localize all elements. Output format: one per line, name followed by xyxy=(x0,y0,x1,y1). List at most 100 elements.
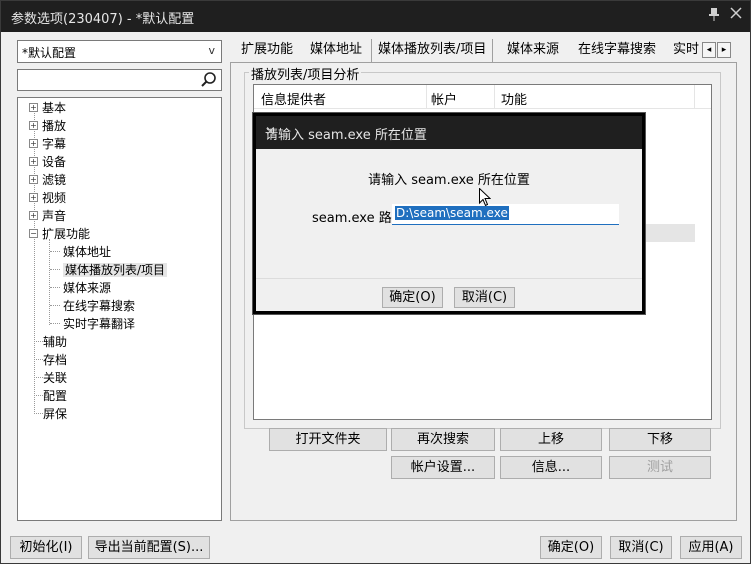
expand-icon[interactable]: + xyxy=(29,211,38,220)
pin-icon[interactable] xyxy=(705,7,723,25)
tree-item[interactable]: 媒体地址 xyxy=(50,243,111,261)
search-icon[interactable] xyxy=(200,71,218,89)
tab-scroll-right-button[interactable]: ▸ xyxy=(717,42,731,58)
tree-item-label: 配置 xyxy=(43,389,68,403)
close-icon[interactable]: × xyxy=(265,124,633,139)
tree-guide-line xyxy=(34,377,43,378)
column-separator[interactable] xyxy=(694,85,695,109)
tree-item[interactable]: + 声音 xyxy=(29,207,66,225)
group-label: 播放列表/项目分析 xyxy=(249,64,362,83)
path-input-value: D:\seam\seam.exe xyxy=(395,206,509,220)
tree-item-label: 字幕 xyxy=(42,137,67,151)
column-separator[interactable] xyxy=(494,85,495,109)
tree-item-label: 基本 xyxy=(42,101,67,115)
tree-item[interactable]: + 设备 xyxy=(29,153,66,171)
tree-item[interactable]: 辅助 xyxy=(29,333,67,351)
test-button: 测试 xyxy=(609,456,711,479)
search-again-button[interactable]: 再次搜索 xyxy=(391,428,495,451)
title-bar[interactable]: 参数选项(230407) - *默认配置 xyxy=(1,1,750,32)
tree-guide-line xyxy=(50,251,60,252)
tree-item[interactable]: 屏保 xyxy=(29,405,67,423)
tree-item[interactable]: 配置 xyxy=(29,387,67,405)
tree-item[interactable]: + 播放 xyxy=(29,117,66,135)
path-input[interactable]: D:\seam\seam.exe xyxy=(392,204,619,225)
expand-icon[interactable]: + xyxy=(29,121,38,130)
tab-media-address[interactable]: 媒体地址 xyxy=(304,39,368,62)
preferences-window: 参数选项(230407) - *默认配置 *默认配置 v + 基本 + 播放 + 字幕 + 设… xyxy=(0,0,751,564)
tree-item-label: 实时字幕翻译 xyxy=(63,317,136,331)
tree-item[interactable]: 存档 xyxy=(29,351,67,369)
tab-realtime[interactable]: 实时 xyxy=(667,39,705,62)
info-button[interactable]: 信息... xyxy=(500,456,602,479)
chevron-down-icon: v xyxy=(208,44,215,57)
collapse-icon[interactable]: − xyxy=(29,229,38,238)
tree-guide-line xyxy=(50,287,60,288)
initialize-button[interactable]: 初始化(I) xyxy=(10,536,82,559)
tree-item[interactable]: + 滤镜 xyxy=(29,171,66,189)
profile-select-value: *默认配置 xyxy=(22,46,77,60)
tree-item[interactable]: 在线字幕搜索 xyxy=(50,297,135,315)
tree-item-label: 媒体来源 xyxy=(63,281,112,295)
tree-item[interactable]: 关联 xyxy=(29,369,67,387)
expand-icon[interactable]: + xyxy=(29,157,38,166)
options-search-input[interactable] xyxy=(17,69,222,91)
export-config-button[interactable]: 导出当前配置(S)... xyxy=(88,536,210,559)
path-label: seam.exe 路径 xyxy=(312,211,405,226)
tree-item[interactable]: 媒体播放列表/项目 xyxy=(50,261,168,279)
dialog-ok-button[interactable]: 确定(O) xyxy=(382,287,443,308)
tree-item[interactable]: − 扩展功能 xyxy=(29,225,90,243)
tab-online-subtitle-search[interactable]: 在线字幕搜索 xyxy=(572,39,662,62)
account-settings-button[interactable]: 帐户设置... xyxy=(391,456,495,479)
tree-item-label: 视频 xyxy=(42,191,67,205)
tree-item-label: 媒体播放列表/项目 xyxy=(63,263,168,277)
tree-item[interactable]: 媒体来源 xyxy=(50,279,111,297)
tree-guide-line xyxy=(50,323,60,324)
expand-icon[interactable]: + xyxy=(29,139,38,148)
expand-icon[interactable]: + xyxy=(29,103,38,112)
tree-guide-line xyxy=(50,269,60,270)
tab-strip: 扩展功能 媒体地址 媒体播放列表/项目 媒体来源 在线字幕搜索 实时 xyxy=(233,39,737,62)
dialog-footer xyxy=(256,278,642,311)
tree-item-label: 屏保 xyxy=(43,407,68,421)
apply-button[interactable]: 应用(A) xyxy=(680,536,742,559)
tree-item-label: 关联 xyxy=(43,371,68,385)
seam-path-dialog: 请输入 seam.exe 所在位置 × 请输入 seam.exe 所在位置 se… xyxy=(253,113,645,314)
dialog-cancel-button[interactable]: 取消(C) xyxy=(454,287,515,308)
tree-item-label: 滤镜 xyxy=(42,173,67,187)
tree-item[interactable]: 实时字幕翻译 xyxy=(50,315,135,333)
move-down-button[interactable]: 下移 xyxy=(609,428,711,451)
column-header-account[interactable]: 帐户 xyxy=(431,89,457,108)
column-separator[interactable] xyxy=(426,85,427,109)
tab-playlist-items[interactable]: 媒体播放列表/项目 xyxy=(371,39,494,62)
close-icon[interactable] xyxy=(727,7,745,25)
ok-button[interactable]: 确定(O) xyxy=(540,536,602,559)
cancel-button[interactable]: 取消(C) xyxy=(610,536,672,559)
profile-select[interactable]: *默认配置 v xyxy=(17,40,222,63)
tree-item-label: 设备 xyxy=(42,155,67,169)
tree-guide-line xyxy=(34,413,43,414)
tree-item-label: 声音 xyxy=(42,209,67,223)
tree-item[interactable]: + 视频 xyxy=(29,189,66,207)
tree-item[interactable]: + 字幕 xyxy=(29,135,66,153)
column-header-feature[interactable]: 功能 xyxy=(501,89,527,108)
tab-scroll-left-button[interactable]: ◂ xyxy=(702,42,716,58)
tab-extensions[interactable]: 扩展功能 xyxy=(235,39,299,62)
tree-item[interactable]: + 基本 xyxy=(29,99,66,117)
window-title: 参数选项(230407) - *默认配置 xyxy=(11,12,195,27)
tree-item-label: 媒体地址 xyxy=(63,245,112,259)
tree-item-label: 在线字幕搜索 xyxy=(63,299,136,313)
tree-item-label: 播放 xyxy=(42,119,67,133)
dialog-title-bar[interactable]: 请输入 seam.exe 所在位置 × xyxy=(256,116,642,149)
tree-item-label: 辅助 xyxy=(43,335,68,349)
open-folder-button[interactable]: 打开文件夹 xyxy=(269,428,387,451)
list-header: 信息提供者 帐户 功能 xyxy=(254,85,711,109)
move-up-button[interactable]: 上移 xyxy=(500,428,602,451)
expand-icon[interactable]: + xyxy=(29,175,38,184)
options-tree[interactable]: + 基本 + 播放 + 字幕 + 设备 + 滤镜 + 视频 + 声音 − 扩展功能媒体地址媒体播放列表/项目媒… xyxy=(17,97,222,521)
tree-guide-line xyxy=(34,359,43,360)
tab-media-source[interactable]: 媒体来源 xyxy=(501,39,565,62)
tree-guide-line xyxy=(34,395,43,396)
expand-icon[interactable]: + xyxy=(29,193,38,202)
mouse-cursor-icon xyxy=(479,187,492,210)
column-header-provider[interactable]: 信息提供者 xyxy=(261,89,326,108)
